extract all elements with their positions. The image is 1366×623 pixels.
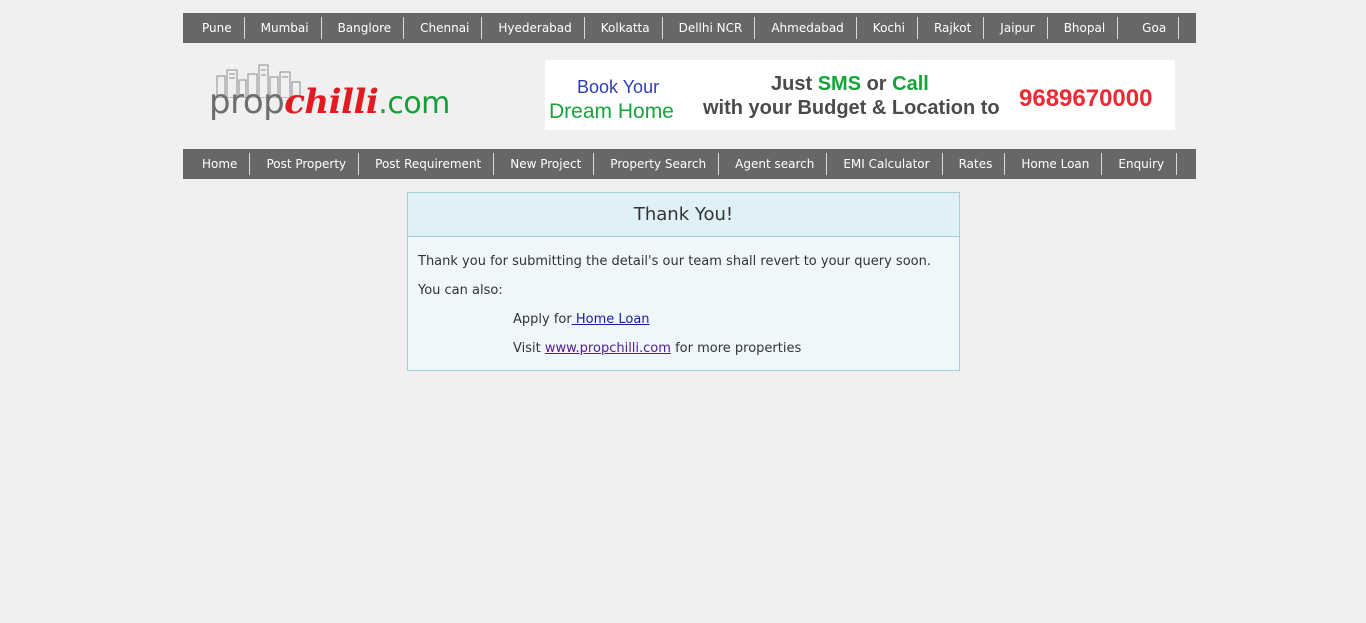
nav-emi-calculator[interactable]: EMI Calculator xyxy=(827,153,943,175)
city-link-label[interactable]: Goa xyxy=(1142,17,1166,39)
nav-label[interactable]: New Project xyxy=(510,153,581,175)
thank-you-panel: Thank You! Thank you for submitting the … xyxy=(407,192,960,371)
site-link[interactable]: www.propchilli.com xyxy=(545,341,671,356)
banner-sms: SMS xyxy=(817,73,862,95)
city-link-delhi-ncr[interactable]: Dellhi NCR xyxy=(663,17,756,39)
logo-wordmark: propchilli.com xyxy=(209,82,450,122)
city-link-label[interactable]: Ahmedabad xyxy=(771,17,843,39)
city-link-label[interactable]: Bhopal xyxy=(1064,17,1105,39)
banner-or: or xyxy=(861,73,893,95)
banner-phone-number: 9689670000 xyxy=(1019,85,1153,112)
nav-label[interactable]: Enquiry xyxy=(1118,153,1164,175)
apply-for-text: Apply for xyxy=(513,312,572,327)
city-link-label[interactable]: Mumbai xyxy=(261,17,309,39)
nav-label[interactable]: Home Loan xyxy=(1021,153,1089,175)
nav-home-loan[interactable]: Home Loan xyxy=(1005,153,1103,175)
nav-post-requirement[interactable]: Post Requirement xyxy=(359,153,495,175)
city-link-goa[interactable]: Goa xyxy=(1118,17,1180,39)
banner-sms-call-line: Just SMS or Call xyxy=(771,73,929,96)
visit-text: Visit xyxy=(513,341,545,356)
nav-agent-search[interactable]: Agent search xyxy=(719,153,828,175)
city-link-jaipur[interactable]: Jaipur xyxy=(984,17,1048,39)
nav-post-property[interactable]: Post Property xyxy=(250,153,360,175)
city-link-label[interactable]: Kolkatta xyxy=(601,17,650,39)
confirmation-message: Thank you for submitting the detail's ou… xyxy=(418,254,931,269)
panel-body: Thank you for submitting the detail's ou… xyxy=(408,237,959,373)
banner-dream-home: Dream Home xyxy=(549,100,674,123)
main-nav-bar: Home Post Property Post Requirement New … xyxy=(183,149,1196,179)
city-link-bhopal[interactable]: Bhopal xyxy=(1048,17,1119,39)
nav-label[interactable]: EMI Calculator xyxy=(843,153,929,175)
city-link-banglore[interactable]: Banglore xyxy=(322,17,405,39)
promo-banner[interactable]: Book Your Dream Home Just SMS or Call wi… xyxy=(545,60,1175,130)
city-nav-bar: Pune Mumbai Banglore Chennai Hyederabad … xyxy=(183,13,1196,43)
nav-enquiry[interactable]: Enquiry xyxy=(1102,153,1178,175)
nav-home[interactable]: Home xyxy=(183,153,251,175)
city-link-hyederabad[interactable]: Hyederabad xyxy=(482,17,585,39)
banner-call: Call xyxy=(892,73,929,95)
you-can-also-label: You can also: xyxy=(418,283,503,298)
nav-new-project[interactable]: New Project xyxy=(494,153,595,175)
city-link-ahmedabad[interactable]: Ahmedabad xyxy=(755,17,857,39)
city-link-label[interactable]: Jaipur xyxy=(1000,17,1034,39)
city-link-label[interactable]: Dellhi NCR xyxy=(679,17,743,39)
site-logo[interactable]: propchilli.com xyxy=(207,62,450,128)
city-link-label[interactable]: Banglore xyxy=(338,17,392,39)
page: Pune Mumbai Banglore Chennai Hyederabad … xyxy=(0,0,1366,623)
nav-label[interactable]: Post Requirement xyxy=(375,153,481,175)
city-link-rajkot[interactable]: Rajkot xyxy=(918,17,985,39)
home-loan-link[interactable]: Home Loan xyxy=(572,312,650,327)
city-link-label[interactable]: Rajkot xyxy=(934,17,971,39)
nav-label[interactable]: Post Property xyxy=(266,153,346,175)
more-properties-text: for more properties xyxy=(670,341,802,356)
city-link-chennai[interactable]: Chennai xyxy=(404,17,483,39)
logo-chilli-text: chilli xyxy=(284,82,379,122)
logo-prop-text: prop xyxy=(209,82,285,122)
banner-just: Just xyxy=(771,73,818,95)
nav-property-search[interactable]: Property Search xyxy=(594,153,720,175)
banner-book-your: Book Your xyxy=(577,77,660,97)
panel-title: Thank You! xyxy=(408,193,959,237)
city-link-pune[interactable]: Pune xyxy=(183,17,245,39)
city-link-mumbai[interactable]: Mumbai xyxy=(245,17,322,39)
city-link-label[interactable]: Hyederabad xyxy=(498,17,571,39)
apply-home-loan-line: Apply for Home Loan xyxy=(418,305,949,334)
city-link-label[interactable]: Kochi xyxy=(873,17,905,39)
city-link-kolkatta[interactable]: Kolkatta xyxy=(585,17,663,39)
visit-site-line: Visit www.propchilli.com for more proper… xyxy=(418,334,949,363)
nav-rates[interactable]: Rates xyxy=(943,153,1006,175)
city-link-label[interactable]: Pune xyxy=(202,17,232,39)
city-link-label[interactable]: Chennai xyxy=(420,17,469,39)
nav-label[interactable]: Rates xyxy=(959,153,993,175)
nav-label[interactable]: Agent search xyxy=(735,153,814,175)
city-link-kochi[interactable]: Kochi xyxy=(857,17,918,39)
nav-label[interactable]: Property Search xyxy=(610,153,706,175)
logo-com-text: .com xyxy=(378,86,450,121)
banner-budget-line: with your Budget & Location to xyxy=(703,97,1000,119)
nav-label[interactable]: Home xyxy=(202,153,237,175)
